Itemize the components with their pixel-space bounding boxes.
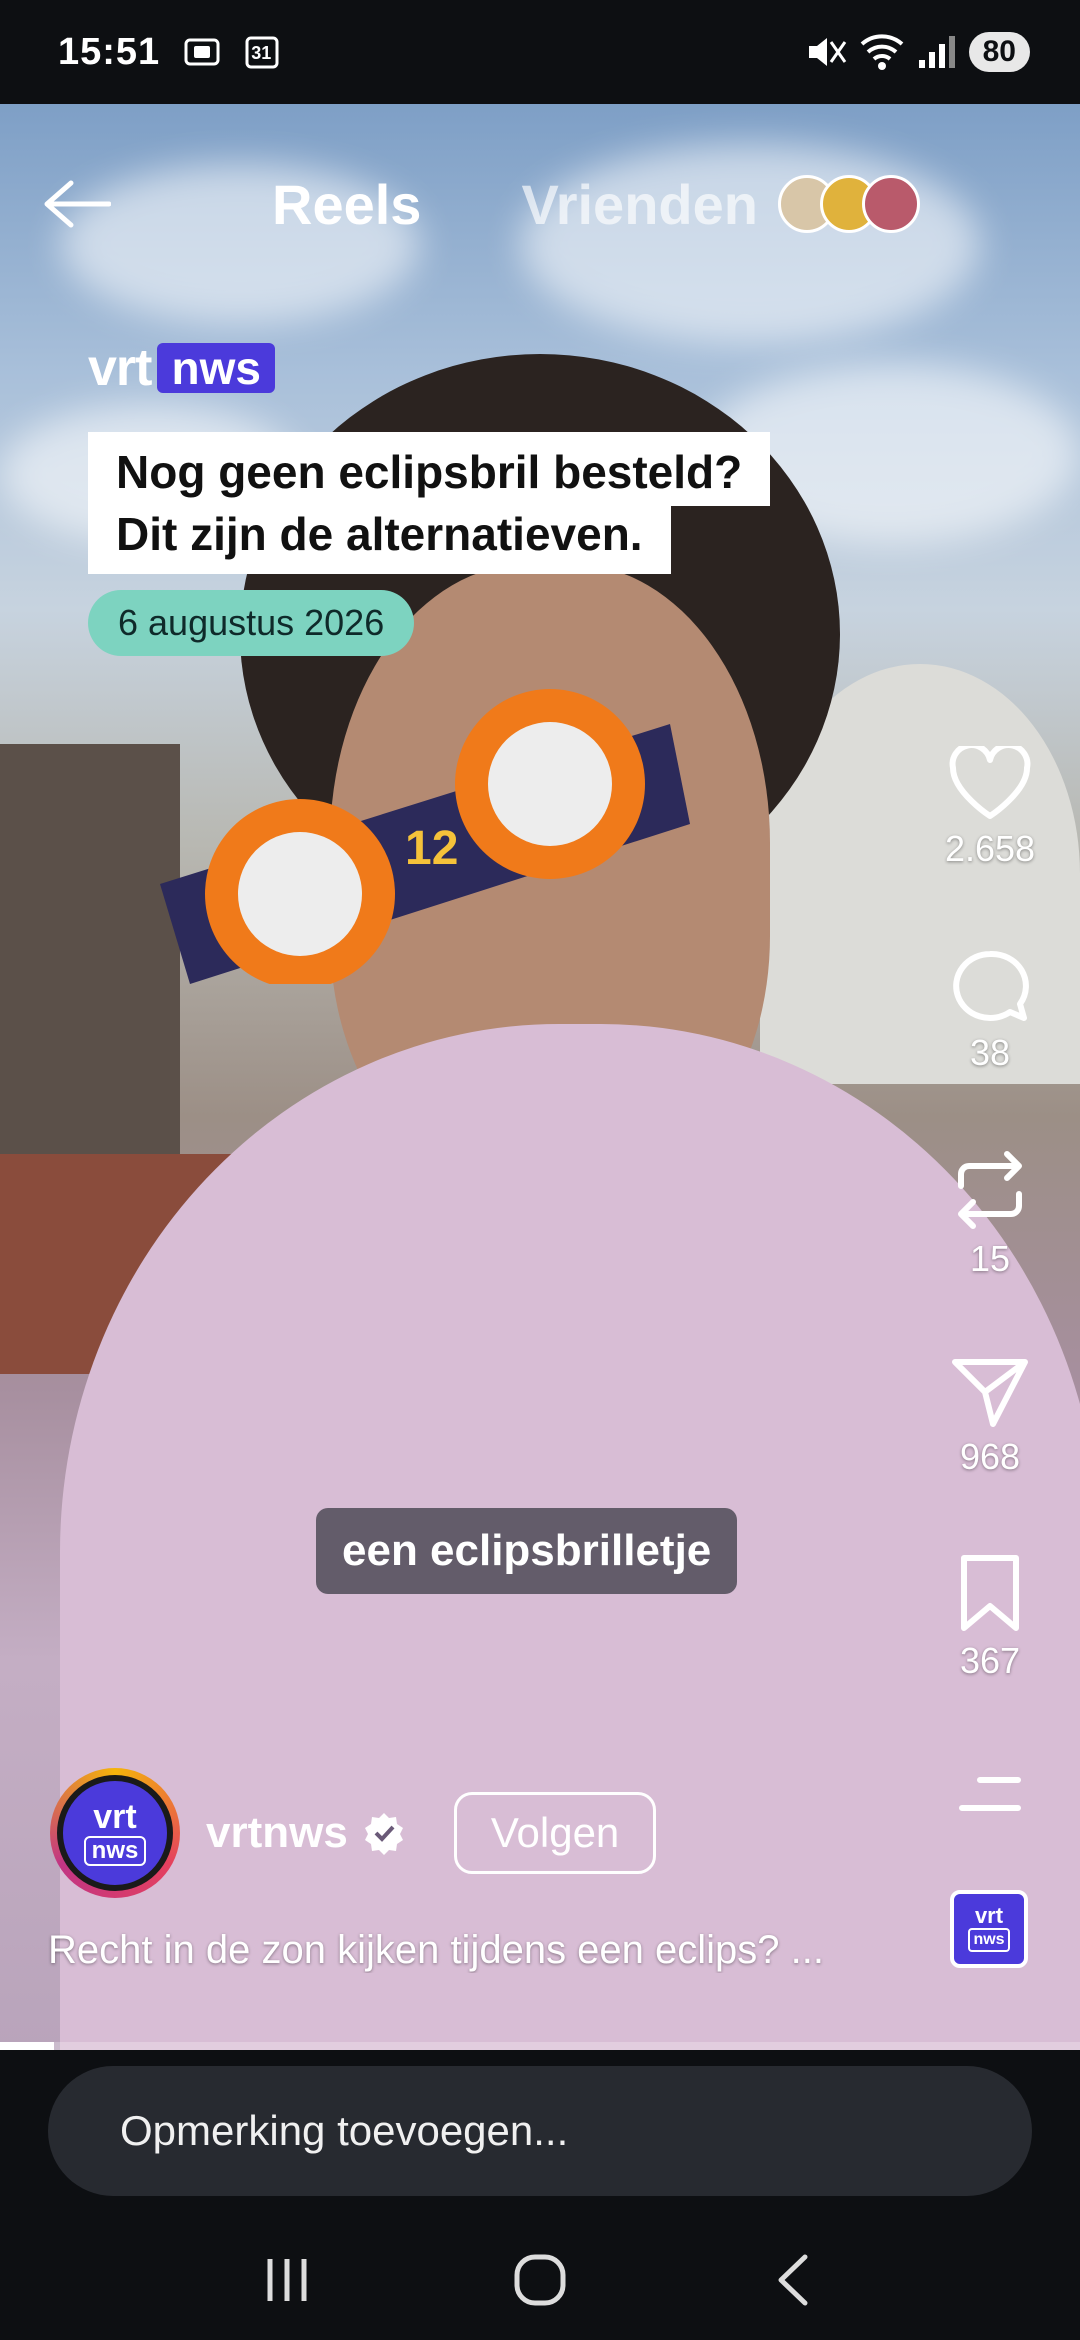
share-count: 968	[959, 1436, 1021, 1477]
recents-icon[interactable]	[237, 2240, 337, 2320]
headline-line-1: Nog geen eclipsbril besteld?	[88, 432, 771, 506]
audio-thumb-nws: nws	[968, 1928, 1010, 1952]
arrow-left-icon[interactable]	[40, 168, 112, 240]
username[interactable]: vrtnws	[206, 1808, 348, 1858]
repost-icon	[958, 1151, 1022, 1229]
send-icon	[952, 1359, 1028, 1427]
comment-count: 38	[969, 1032, 1011, 1073]
comment-input[interactable]: Opmerking toevoegen...	[48, 2066, 1032, 2196]
tab-reels[interactable]: Reels	[272, 172, 421, 237]
heart-icon	[949, 746, 1031, 819]
more-button[interactable]	[930, 1776, 1050, 1812]
video-headline: Nog geen eclipsbril besteld? Dit zijn de…	[88, 432, 771, 574]
playback-progress-fill	[0, 2042, 54, 2050]
tab-vrienden[interactable]: Vrienden	[521, 172, 758, 237]
system-nav-bar	[0, 2220, 1080, 2340]
audio-thumb-vrt: vrt	[974, 1903, 1004, 1928]
mute-icon	[805, 32, 847, 72]
logo-vrt-text: vrt	[88, 339, 152, 397]
calendar-icon: 31	[244, 34, 280, 70]
playback-progress[interactable]	[0, 2042, 1080, 2050]
battery-indicator: 80	[968, 32, 1030, 72]
wifi-icon	[859, 32, 905, 72]
date-badge: 6 augustus 2026	[88, 590, 415, 656]
screenshot-icon	[182, 34, 222, 70]
glasses-number: 12	[405, 822, 458, 875]
avatar-vrt: vrt	[93, 1798, 137, 1836]
repost-button[interactable]: 15	[930, 1150, 1050, 1280]
repost-count: 15	[969, 1238, 1011, 1279]
like-count: 2.658	[944, 828, 1036, 869]
friend-avatar	[861, 175, 920, 233]
like-button[interactable]: 2.658	[930, 746, 1050, 870]
status-bar: 15:51 31 80	[0, 0, 1080, 104]
status-time: 15:51	[58, 30, 161, 73]
comment-icon	[953, 950, 1029, 1021]
author-row: vrt nws vrtnws Volgen	[50, 1768, 657, 1898]
logo-nws-text: nws	[157, 343, 275, 393]
back-icon[interactable]	[743, 2240, 843, 2320]
save-button[interactable]: 367	[930, 1554, 1050, 1682]
friend-avatars[interactable]	[777, 175, 920, 233]
eclipse-glasses-image: 12	[150, 684, 690, 989]
save-count: 367	[959, 1640, 1021, 1681]
comment-area: Opmerking toevoegen...	[0, 2050, 1080, 2220]
avatar-nws: nws	[83, 1836, 147, 1866]
calendar-day: 31	[251, 43, 272, 63]
subtitle-chip: een eclipsbrilletje	[316, 1508, 738, 1594]
headline-line-2: Dit zijn de alternatieven.	[88, 506, 671, 574]
signal-icon	[917, 34, 957, 70]
top-nav: Reels Vrienden	[0, 104, 1080, 304]
reels-screen: 15:51 31 80 12 Reels Vrienden vrt nws No…	[0, 0, 1080, 2340]
home-icon[interactable]	[490, 2240, 590, 2320]
share-button[interactable]: 968	[930, 1356, 1050, 1478]
avatar-logo: vrt nws	[57, 1775, 173, 1891]
follow-button[interactable]: Volgen	[453, 1792, 657, 1874]
vrt-nws-logo: vrt nws	[88, 338, 275, 398]
verified-badge-icon	[362, 1811, 406, 1855]
comment-button[interactable]: 38	[930, 950, 1050, 1074]
post-caption[interactable]: Recht in de zon kijken tijdens een eclip…	[48, 1928, 898, 1973]
bookmark-icon	[961, 1555, 1019, 1631]
menu-icon	[959, 1777, 1021, 1811]
audio-thumbnail[interactable]: vrt nws	[950, 1890, 1028, 1968]
avatar[interactable]: vrt nws	[50, 1768, 180, 1898]
